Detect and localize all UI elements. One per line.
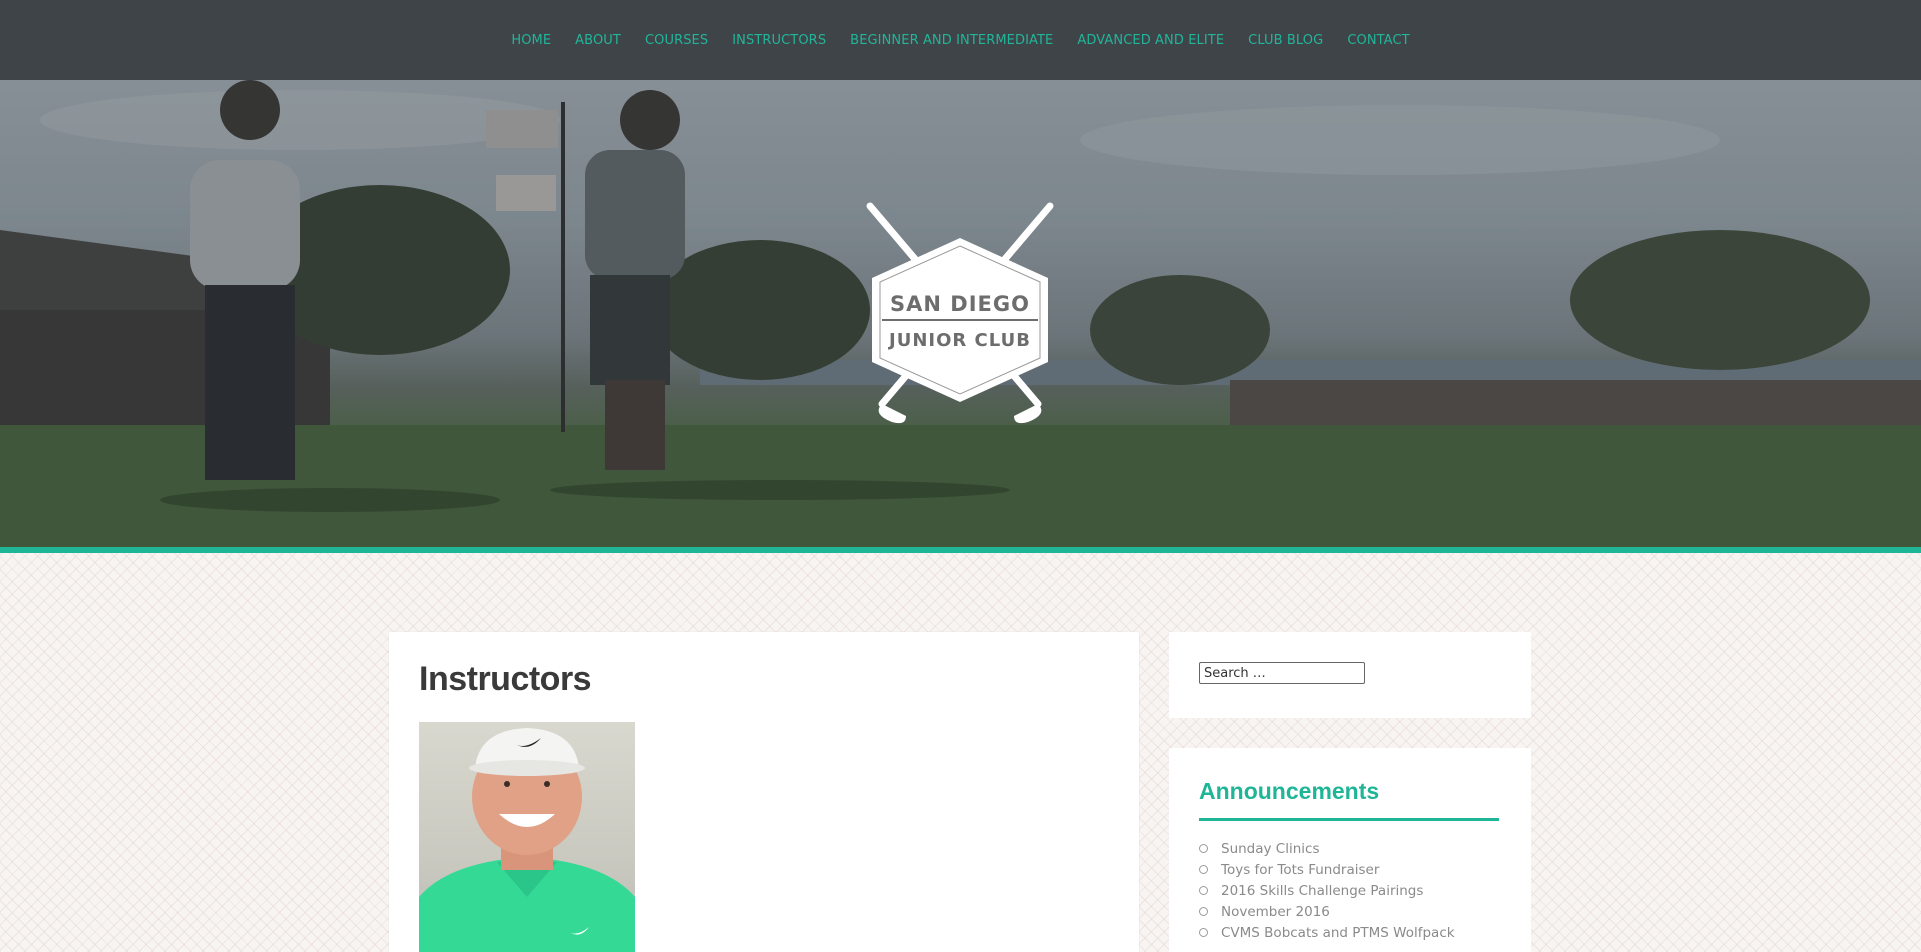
announcement-link[interactable]: November 2016 <box>1221 904 1330 920</box>
search-placeholder: Search … <box>1204 665 1266 681</box>
nav-home[interactable]: HOME <box>511 33 551 48</box>
search-input[interactable]: Search … <box>1199 662 1365 684</box>
list-item: Sunday Clinics <box>1199 838 1455 859</box>
circle-bullet-icon <box>1199 886 1208 895</box>
nav-advanced-elite[interactable]: ADVANCED AND ELITE <box>1077 33 1224 48</box>
club-logo[interactable]: SAN DIEGO JUNIOR CLUB <box>860 200 1060 430</box>
list-item: November 2016 <box>1199 901 1455 922</box>
top-nav-bar: HOME ABOUT COURSES INSTRUCTORS BEGINNER … <box>0 0 1921 80</box>
nav-contact[interactable]: CONTACT <box>1347 33 1409 48</box>
list-item: 2016 Skills Challenge Pairings <box>1199 880 1455 901</box>
hero-accent-bar <box>0 547 1921 553</box>
circle-bullet-icon <box>1199 865 1208 874</box>
nav-club-blog[interactable]: CLUB BLOG <box>1248 33 1323 48</box>
main-nav: HOME ABOUT COURSES INSTRUCTORS BEGINNER … <box>0 0 1921 80</box>
announcements-list: Sunday Clinics Toys for Tots Fundraiser … <box>1199 838 1455 943</box>
nav-beginner-intermediate[interactable]: BEGINNER AND INTERMEDIATE <box>850 33 1053 48</box>
announcements-divider <box>1199 818 1499 821</box>
nav-instructors[interactable]: INSTRUCTORS <box>732 33 826 48</box>
circle-bullet-icon <box>1199 928 1208 937</box>
circle-bullet-icon <box>1199 844 1208 853</box>
sidebar-search-widget: Search … <box>1169 632 1531 718</box>
announcements-widget: Announcements Sunday Clinics Toys for To… <box>1169 748 1531 952</box>
page-title: Instructors <box>419 660 592 698</box>
announcements-title: Announcements <box>1199 778 1380 804</box>
announcement-link[interactable]: CVMS Bobcats and PTMS Wolfpack <box>1221 925 1455 941</box>
list-item: CVMS Bobcats and PTMS Wolfpack <box>1199 922 1455 943</box>
nav-about[interactable]: ABOUT <box>575 33 621 48</box>
instructor-photo[interactable] <box>419 722 635 952</box>
hero-banner: SAN DIEGO JUNIOR CLUB <box>0 80 1921 547</box>
main-content-card: Instructors <box>389 632 1139 952</box>
announcement-link[interactable]: Toys for Tots Fundraiser <box>1221 862 1379 878</box>
announcement-link[interactable]: Sunday Clinics <box>1221 841 1320 857</box>
list-item: Toys for Tots Fundraiser <box>1199 859 1455 880</box>
logo-line1: SAN DIEGO <box>890 292 1030 316</box>
circle-bullet-icon <box>1199 907 1208 916</box>
announcement-link[interactable]: 2016 Skills Challenge Pairings <box>1221 883 1423 899</box>
nav-courses[interactable]: COURSES <box>645 33 708 48</box>
logo-line2: JUNIOR CLUB <box>887 330 1031 351</box>
